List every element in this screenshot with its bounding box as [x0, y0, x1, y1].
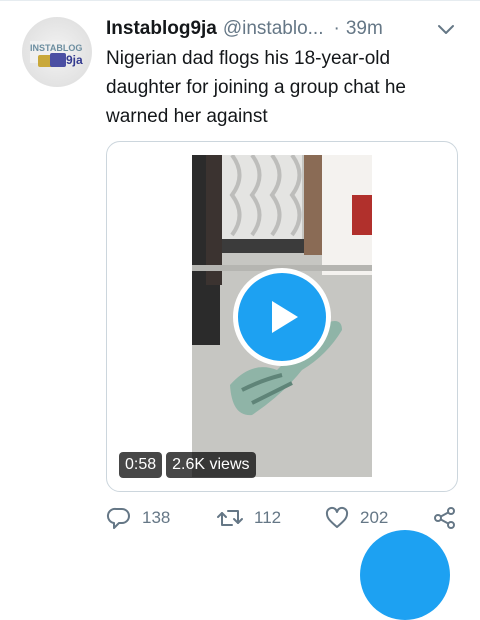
reply-count: 138: [142, 508, 171, 527]
separator-dot: ·: [333, 18, 340, 39]
avatar-logo-top: INSTABLOG: [30, 43, 82, 53]
play-button[interactable]: [233, 268, 331, 366]
compose-fab[interactable]: [360, 530, 450, 620]
retweet-count: 112: [254, 508, 282, 527]
share-button[interactable]: [432, 505, 458, 531]
instablog-logo-icon: INSTABLOG 9ja: [30, 41, 83, 67]
avatar-logo-bottom: 9ja: [66, 53, 83, 67]
retweet-button[interactable]: 112: [216, 505, 281, 531]
reply-button[interactable]: 138: [106, 505, 170, 531]
play-icon: [272, 301, 298, 333]
tweet[interactable]: INSTABLOG 9ja Instablog9ja @instablo... …: [0, 0, 480, 620]
tweet-text: Nigerian dad flogs his 18-year-old daugh…: [106, 48, 406, 127]
avatar[interactable]: INSTABLOG 9ja: [22, 17, 92, 87]
video-card[interactable]: 0:58 2.6K views: [106, 141, 458, 492]
author-name[interactable]: Instablog9ja: [106, 18, 217, 40]
video-badges: 0:58 2.6K views: [119, 452, 256, 478]
heart-icon: [325, 506, 349, 528]
like-count: 202: [360, 508, 389, 527]
author-handle[interactable]: @instablo...: [223, 18, 324, 40]
retweet-icon: [217, 510, 243, 526]
chevron-down-icon[interactable]: [434, 18, 458, 42]
like-button[interactable]: 202: [324, 505, 388, 531]
share-icon: [434, 507, 455, 529]
timestamp[interactable]: 39m: [346, 18, 383, 40]
reply-icon: [106, 507, 130, 529]
video-duration: 0:58: [119, 452, 163, 478]
video-views: 2.6K views: [166, 452, 256, 478]
tweet-header: Instablog9ja @instablo... · 39m: [106, 14, 446, 44]
